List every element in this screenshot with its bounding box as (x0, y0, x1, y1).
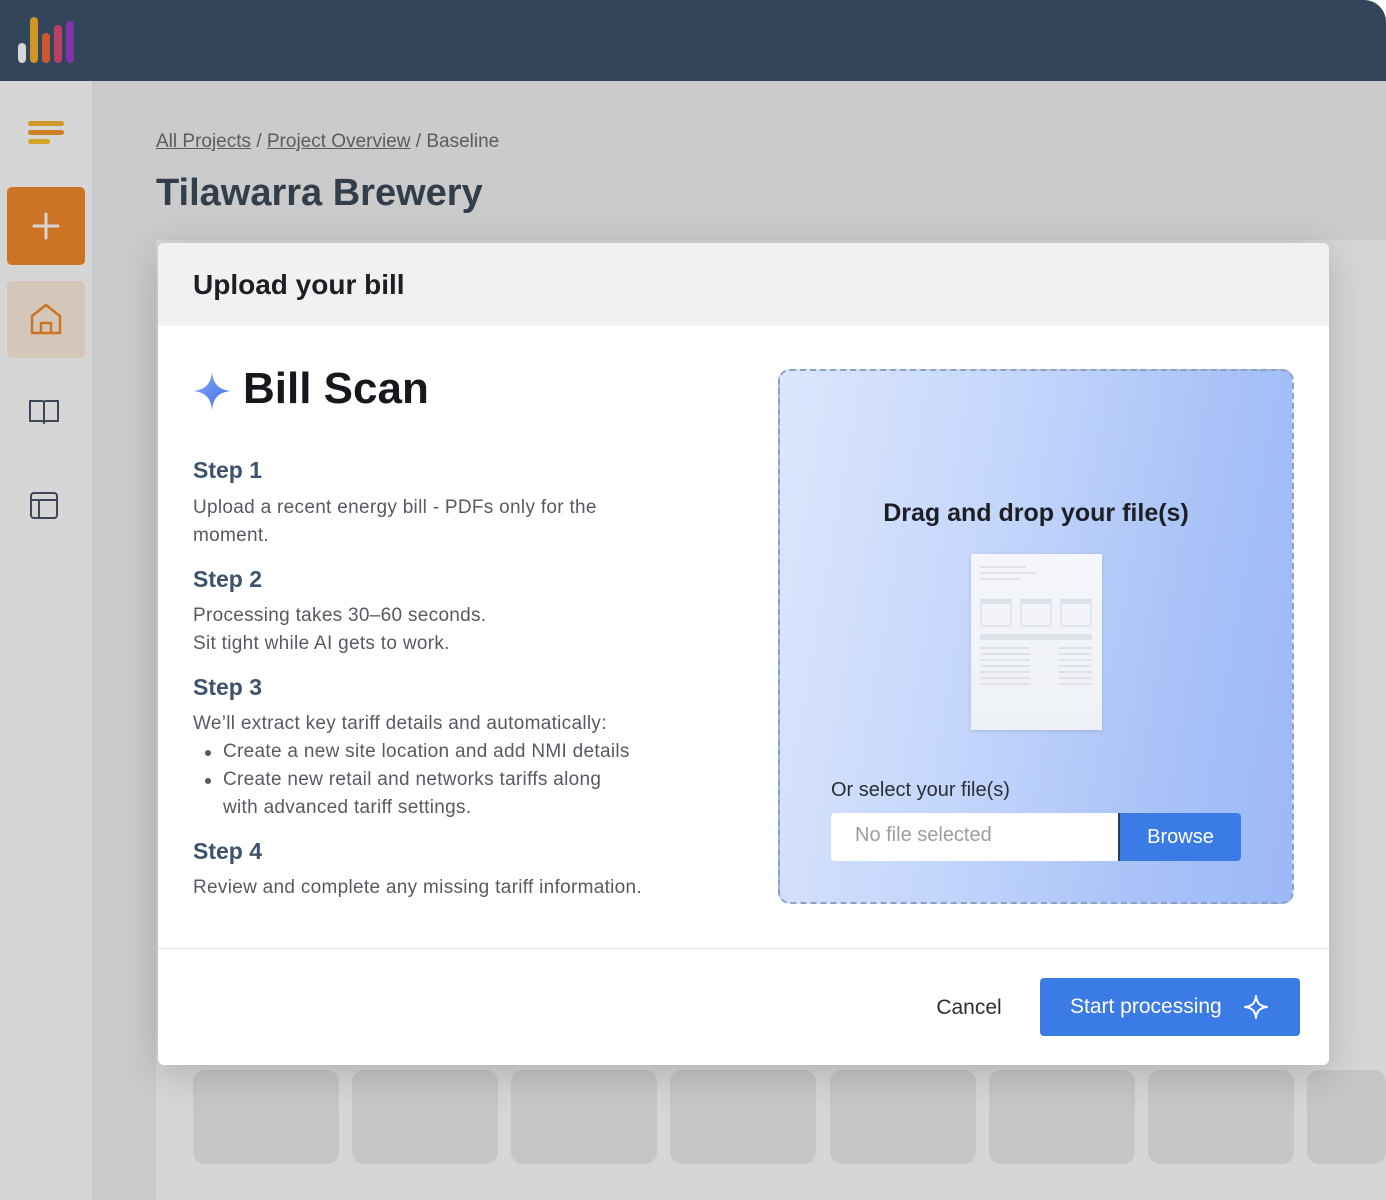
step-heading: Step 1 (193, 457, 263, 483)
step-heading: Step 3 (193, 674, 263, 700)
list-item-text: Create new retail and networks tariffs a… (223, 769, 602, 790)
file-dropzone[interactable]: Drag and drop your file(s) Or select you… (778, 369, 1294, 904)
list-item-text: Create a new site location and add NMI d… (223, 741, 630, 762)
bill-scan-title: Bill Scan (243, 364, 429, 413)
list-item-text: with advanced tariff settings. (223, 797, 472, 818)
step-text: moment. (193, 525, 270, 546)
document-preview-icon (971, 554, 1102, 730)
start-processing-label: Start processing (1070, 995, 1222, 1018)
dropzone-title: Drag and drop your file(s) (883, 499, 1189, 527)
step-text: Upload a recent energy bill - PDFs only … (193, 497, 597, 518)
modal-title: Upload your bill (193, 269, 405, 300)
step-text: Sit tight while AI gets to work. (193, 633, 450, 654)
browse-button[interactable]: Browse (1118, 813, 1241, 861)
cancel-button[interactable]: Cancel (918, 991, 1020, 1025)
file-input[interactable]: No file selected (831, 813, 1119, 861)
step-text: Review and complete any missing tariff i… (193, 877, 642, 898)
select-files-label: Or select your file(s) (831, 779, 1010, 801)
step-text: Processing takes 30–60 seconds. (193, 605, 487, 626)
step-text: We’ll extract key tariff details and aut… (193, 713, 607, 734)
step-heading: Step 4 (193, 838, 263, 864)
start-processing-button[interactable]: Start processing (1040, 978, 1300, 1036)
footer-divider (158, 948, 1329, 949)
step-heading: Step 2 (193, 566, 263, 592)
upload-bill-modal: Upload your bill Bill Scan Step 1 Upload… (158, 243, 1329, 1065)
sparkle-icon (193, 372, 231, 410)
sparkle-icon (1244, 995, 1268, 1019)
modal-header: Upload your bill (158, 243, 1329, 326)
